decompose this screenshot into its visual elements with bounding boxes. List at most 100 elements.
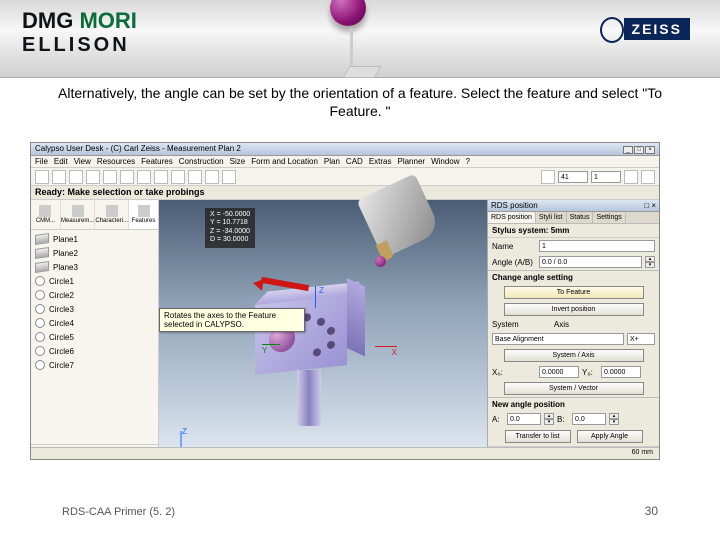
axis-z-label: Z: [315, 286, 324, 308]
menu-item: Plan: [324, 157, 340, 166]
angle-label: Angle (A/B): [492, 258, 536, 267]
toolbar-button[interactable]: [103, 170, 117, 184]
scale-field[interactable]: 1: [591, 171, 621, 183]
system-field[interactable]: Base Alignment: [492, 333, 624, 345]
sidebar-tab-characteristics[interactable]: Characteri...: [95, 200, 129, 229]
menu-item: Form and Location: [251, 157, 318, 166]
toolbar-button[interactable]: [69, 170, 83, 184]
menu-item: Window: [431, 157, 459, 166]
apply-angle-button[interactable]: Apply Angle: [577, 430, 643, 443]
a-field[interactable]: 0.0: [507, 413, 541, 425]
feature-item[interactable]: Circle6: [31, 344, 158, 358]
transfer-button[interactable]: Transfer to list: [505, 430, 571, 443]
toolbar-button[interactable]: [205, 170, 219, 184]
b-stepper[interactable]: ▴▾: [609, 413, 619, 425]
zoom-field[interactable]: 41: [558, 171, 588, 183]
axis-field[interactable]: X+: [627, 333, 655, 345]
toolbar-button[interactable]: [641, 170, 655, 184]
axis-label: Axis: [539, 320, 569, 329]
menu-item: CAD: [346, 157, 363, 166]
y0-field[interactable]: 0.0000: [601, 366, 641, 378]
panel-close-icon[interactable]: □ ×: [644, 201, 656, 210]
window-controls[interactable]: _□×: [622, 144, 655, 154]
feature-item[interactable]: Circle2: [31, 288, 158, 302]
change-angle-section: Change angle setting: [488, 270, 659, 284]
feature-item[interactable]: Plane2: [31, 246, 158, 260]
footer-doc-title: RDS-CAA Primer (5. 2): [62, 506, 175, 518]
close-icon: ×: [645, 146, 655, 154]
menubar[interactable]: FileEditViewResourcesFeaturesConstructio…: [31, 156, 659, 168]
name-field[interactable]: 1: [539, 240, 655, 252]
feature-item[interactable]: Circle4: [31, 316, 158, 330]
sidebar-tab-features[interactable]: Features: [129, 200, 158, 229]
system-vector-button[interactable]: System / Vector: [504, 382, 644, 395]
panel-title: RDS position: [491, 201, 538, 210]
circle-icon: [35, 346, 45, 356]
maximize-icon: □: [634, 146, 644, 154]
angle-stepper[interactable]: ▴▾: [645, 256, 655, 268]
toolbar-button[interactable]: [35, 170, 49, 184]
feature-list: Plane1 Plane2 Plane3 Circle1 Circle2 Cir…: [31, 230, 158, 444]
plane-icon: [35, 247, 49, 259]
circle-icon: [35, 360, 45, 370]
b-label: B:: [557, 415, 569, 424]
toolbar[interactable]: 411: [31, 168, 659, 186]
menu-item: ?: [466, 157, 470, 166]
to-feature-tooltip: Rotates the axes to the Feature selected…: [159, 308, 305, 332]
sidebar-tab-cmm[interactable]: CMM...: [31, 200, 61, 229]
toolbar-button[interactable]: [541, 170, 555, 184]
feature-item[interactable]: Circle5: [31, 330, 158, 344]
x0-label: X₀:: [492, 368, 536, 377]
a-stepper[interactable]: ▴▾: [544, 413, 554, 425]
sidebar-tab-measurement[interactable]: Measurem...: [61, 200, 95, 229]
toolbar-button[interactable]: [171, 170, 185, 184]
plane-icon: [35, 261, 49, 273]
system-axis-button[interactable]: System / Axis: [504, 349, 644, 362]
axis-x-label: X: [375, 346, 397, 357]
rds-panel: RDS position□ × RDS position Styli list …: [487, 200, 659, 460]
angle-field[interactable]: 0.0 / 0.0: [539, 256, 642, 268]
toolbar-button[interactable]: [120, 170, 134, 184]
to-feature-button[interactable]: To Feature: [504, 286, 644, 299]
circle-icon: [35, 276, 45, 286]
invert-position-button[interactable]: Invert position: [504, 303, 644, 316]
x0-field[interactable]: 0.0000: [539, 366, 579, 378]
toolbar-button[interactable]: [154, 170, 168, 184]
statusbar: 60 mm: [31, 447, 659, 459]
titlebar: Calypso User Desk - (C) Carl Zeiss - Mea…: [31, 143, 659, 156]
coord-readout: X = -50.0000Y = 10.7718Z = -34.0000D = 3…: [205, 208, 255, 248]
tab-status[interactable]: Status: [567, 212, 594, 223]
zeiss-logo: ZEISS: [624, 18, 690, 40]
circle-icon: [35, 332, 45, 342]
feature-item[interactable]: Circle3: [31, 302, 158, 316]
system-label: System: [492, 320, 536, 329]
feature-item[interactable]: Circle1: [31, 274, 158, 288]
brand-logo: DMG MORI ELLISON: [22, 8, 137, 57]
toolbar-button[interactable]: [188, 170, 202, 184]
toolbar-button[interactable]: [137, 170, 151, 184]
name-label: Name: [492, 242, 536, 251]
slide-caption: Alternatively, the angle can be set by t…: [40, 84, 680, 120]
axis-y-label: Y: [262, 344, 280, 355]
circle-icon: [35, 318, 45, 328]
b-field[interactable]: 0.0: [572, 413, 606, 425]
sidebar: CMM... Measurem... Characteri... Feature…: [31, 200, 159, 460]
toolbar-button[interactable]: [52, 170, 66, 184]
probe-stem-graphic: [350, 28, 353, 68]
tab-settings[interactable]: Settings: [593, 212, 625, 223]
toolbar-button[interactable]: [222, 170, 236, 184]
tab-rds-position[interactable]: RDS position: [488, 212, 536, 223]
toolbar-button[interactable]: [624, 170, 638, 184]
probe-graphic: [331, 200, 431, 270]
feature-item[interactable]: Plane3: [31, 260, 158, 274]
feature-item[interactable]: Plane1: [31, 232, 158, 246]
ready-bar: Ready: Make selection or take probings: [31, 186, 659, 200]
tab-styli-list[interactable]: Styli list: [536, 212, 567, 223]
menu-item: Construction: [179, 157, 224, 166]
3d-viewport[interactable]: X = -50.0000Y = 10.7718Z = -34.0000D = 3…: [159, 200, 487, 460]
menu-item: File: [35, 157, 48, 166]
feature-item[interactable]: Circle7: [31, 358, 158, 372]
toolbar-button[interactable]: [86, 170, 100, 184]
circle-icon: [35, 290, 45, 300]
probe-sphere-graphic: [330, 0, 366, 26]
